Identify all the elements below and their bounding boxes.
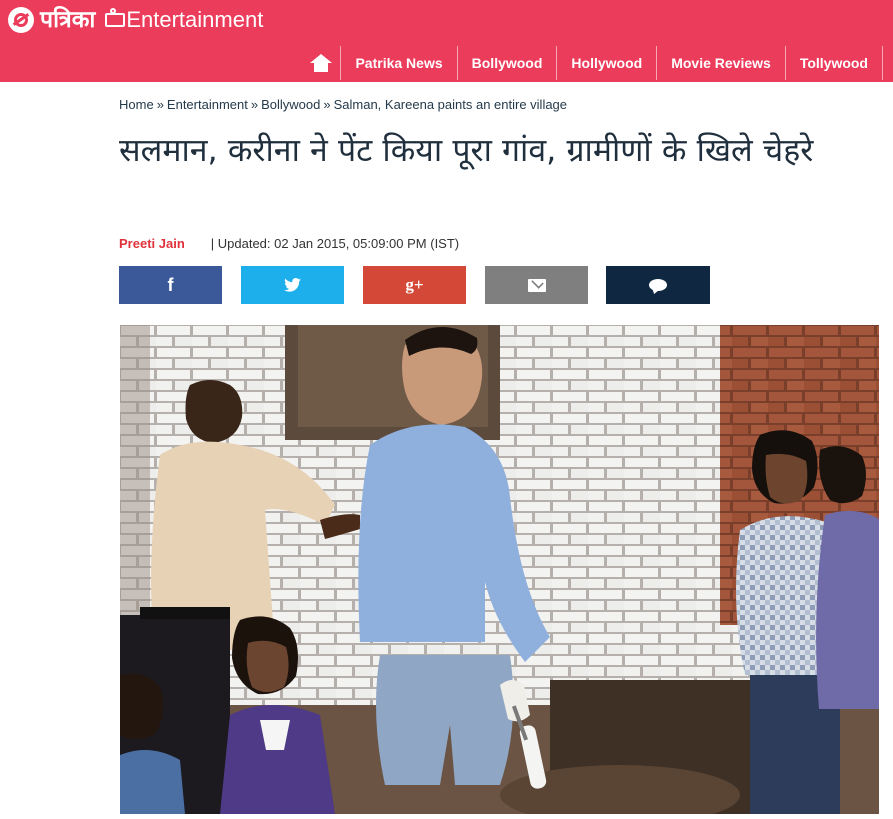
patrika-logo-icon bbox=[8, 7, 34, 33]
share-twitter-button[interactable] bbox=[241, 266, 344, 304]
share-email-button[interactable] bbox=[485, 266, 588, 304]
article-photo bbox=[120, 325, 879, 814]
breadcrumb-home[interactable]: Home bbox=[119, 97, 154, 112]
site-header: पत्रिका Entertainment Patrika News Bolly… bbox=[0, 0, 893, 82]
breadcrumb: Home» Entertainment» Bollywood» Salman, Kar… bbox=[119, 97, 567, 112]
nav-item-tollywood[interactable]: Tollywood bbox=[786, 46, 883, 80]
site-logo[interactable]: पत्रिका Entertainment bbox=[8, 4, 263, 36]
twitter-icon bbox=[284, 278, 301, 292]
nav-item-hollywood[interactable]: Hollywood bbox=[557, 46, 658, 80]
article-title: सलमान, करीना ने पेंट किया पूरा गांव, ग्र… bbox=[119, 131, 814, 169]
email-icon bbox=[527, 278, 546, 292]
breadcrumb-separator: » bbox=[323, 97, 331, 112]
nav-item-bollywood[interactable]: Bollywood bbox=[458, 46, 558, 80]
googleplus-icon: g+ bbox=[405, 275, 424, 294]
share-googleplus-button[interactable]: g+ bbox=[363, 266, 466, 304]
author-name[interactable]: Preeti Jain bbox=[119, 236, 185, 251]
breadcrumb-separator: » bbox=[156, 97, 164, 112]
main-nav: Patrika News Bollywood Hollywood Movie R… bbox=[302, 46, 883, 80]
nav-home-link[interactable] bbox=[302, 46, 342, 80]
share-facebook-button[interactable]: f bbox=[119, 266, 222, 304]
facebook-icon: f bbox=[167, 275, 174, 295]
comment-icon bbox=[649, 279, 667, 291]
logo-brand-text: पत्रिका bbox=[40, 7, 96, 33]
nav-item-patrika-news[interactable]: Patrika News bbox=[341, 46, 458, 80]
article-photo-illustration bbox=[120, 325, 879, 814]
breadcrumb-bollywood[interactable]: Bollywood bbox=[261, 97, 320, 112]
logo-section-text: Entertainment bbox=[126, 7, 264, 32]
breadcrumb-current: Salman, Kareena paints an entire village bbox=[333, 97, 568, 112]
breadcrumb-separator: » bbox=[250, 97, 259, 112]
article-byline: Preeti Jain | Updated: 02 Jan 2015, 05:09… bbox=[119, 236, 459, 251]
home-icon bbox=[310, 54, 333, 72]
nav-item-movie-reviews[interactable]: Movie Reviews bbox=[657, 46, 786, 80]
camera-icon bbox=[105, 8, 126, 27]
updated-timestamp: | Updated: 02 Jan 2015, 05:09:00 PM (IST… bbox=[210, 236, 460, 251]
breadcrumb-entertainment[interactable]: Entertainment bbox=[167, 97, 248, 112]
comment-button[interactable] bbox=[606, 266, 710, 304]
